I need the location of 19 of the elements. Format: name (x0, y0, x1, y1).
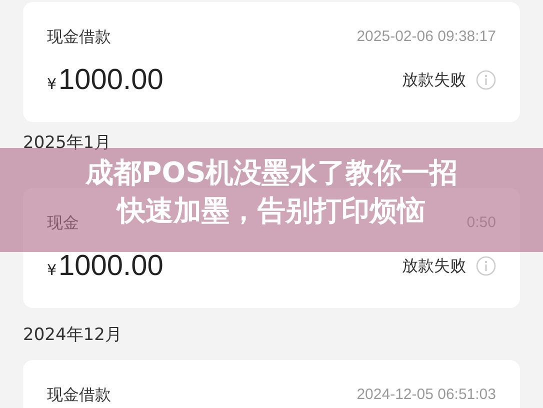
headline-text: 成都POS机没墨水了教你一招 (85, 158, 458, 188)
info-icon[interactable] (476, 256, 496, 276)
month-heading: 2025年1月 (23, 133, 112, 153)
record-card[interactable]: 现金借款 2025-02-06 09:38:17 ¥1000.00 放款失败 (23, 2, 520, 122)
currency-sign: ¥ (47, 75, 57, 93)
record-time: 2024-12-05 06:51:03 (356, 385, 496, 405)
headline-text: 快速加墨，告别打印烦恼 (118, 196, 426, 226)
status-text: 放款失败 (402, 256, 466, 276)
loan-type: 现金借款 (47, 385, 111, 405)
amount: 1000.00 (58, 63, 164, 97)
info-icon[interactable] (476, 70, 496, 90)
record-card[interactable]: 现金借款 2024-12-05 06:51:03 (23, 360, 520, 408)
status-text: 放款失败 (402, 70, 466, 90)
month-heading: 2024年12月 (23, 324, 122, 346)
loan-type: 现金 (47, 213, 79, 233)
loan-type: 现金借款 (47, 27, 111, 47)
amount: 1000.00 (58, 249, 164, 283)
record-time: 2025-02-06 09:38:17 (356, 27, 496, 47)
currency-sign: ¥ (47, 261, 57, 279)
